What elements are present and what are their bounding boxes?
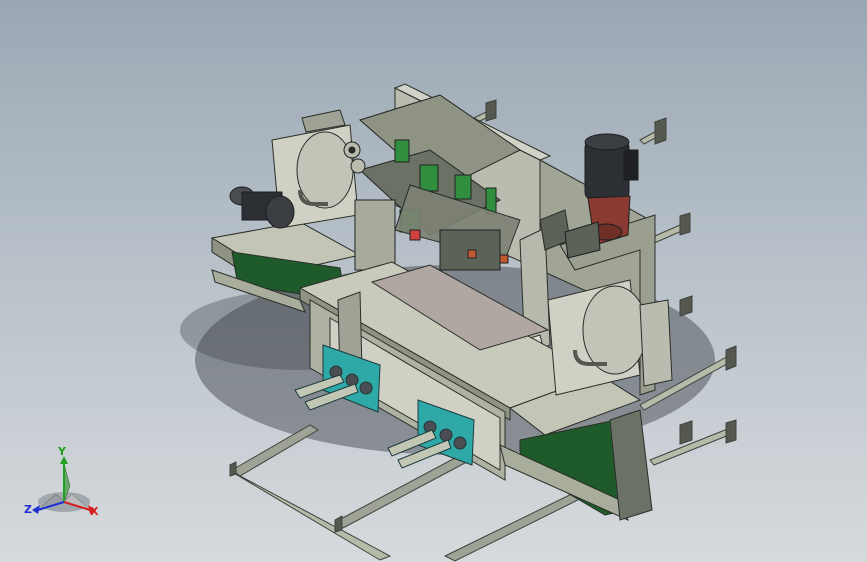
machine-model[interactable] bbox=[0, 0, 867, 562]
orientation-triad: Y Z X bbox=[24, 446, 108, 528]
triad-x-label: X bbox=[90, 505, 99, 518]
triad-y-label: Y bbox=[58, 445, 66, 458]
triad-z-label: Z bbox=[24, 503, 32, 516]
3d-viewport[interactable]: Y Z X bbox=[0, 0, 867, 562]
